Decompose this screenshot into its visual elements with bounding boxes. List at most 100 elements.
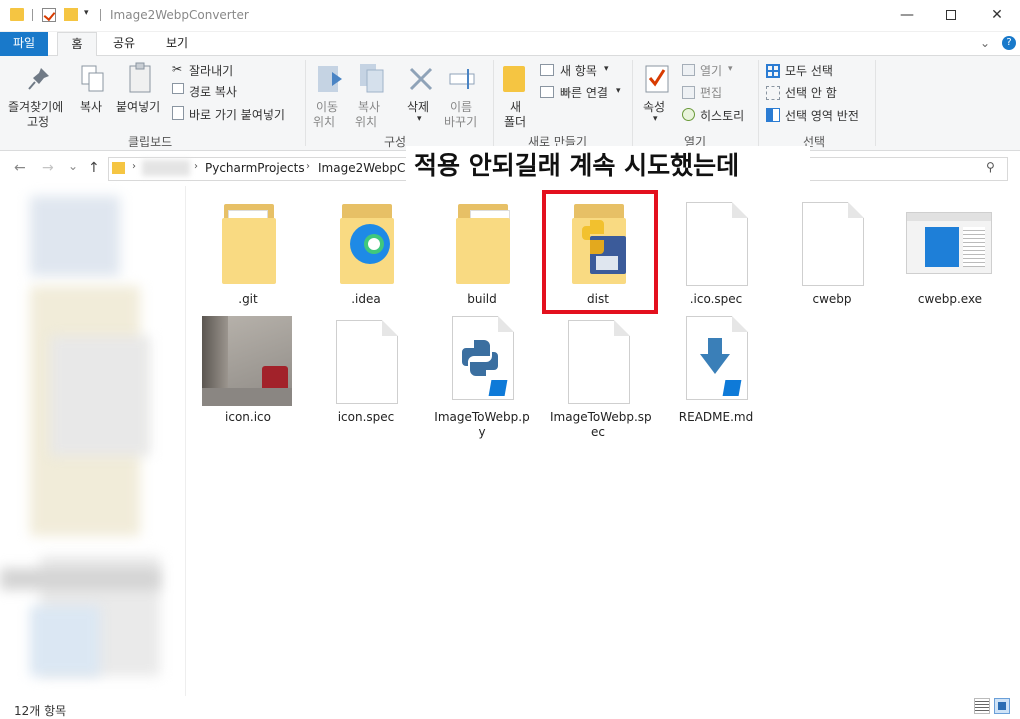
maximize-icon <box>946 10 956 20</box>
chevron-down-icon[interactable]: ▾ <box>417 114 422 124</box>
chevron-down-icon[interactable]: ▾ <box>616 86 621 96</box>
edit-icon <box>682 86 695 99</box>
forward-button[interactable]: → <box>42 160 54 176</box>
copy-to-icon <box>360 64 384 93</box>
tab-home[interactable]: 홈 <box>57 32 97 57</box>
rename-icon <box>449 69 475 89</box>
chevron-down-icon[interactable]: ▾ <box>604 64 609 74</box>
file-item-imagetowebp-py[interactable]: ImageToWebp.p y <box>434 314 530 444</box>
python-icon <box>462 340 498 376</box>
chevron-down-icon[interactable]: ▾ <box>653 114 658 124</box>
divider <box>875 60 876 146</box>
ribbon-tabs: 파일 홈 공유 보기 ⌄ ? <box>0 32 1020 57</box>
minimize-button[interactable]: — <box>884 0 930 32</box>
history-icon <box>682 108 695 121</box>
file-item-icon-ico[interactable]: icon.ico <box>200 314 296 444</box>
file-item-readme-md[interactable]: README.md <box>668 314 764 444</box>
details-view-icon[interactable] <box>974 698 990 714</box>
file-item-ico-spec[interactable]: .ico.spec <box>668 200 764 320</box>
pin-icon <box>28 68 49 90</box>
tab-view[interactable]: 보기 <box>155 32 199 56</box>
file-name: .idea <box>351 292 381 306</box>
file-name: icon.ico <box>225 410 271 424</box>
file-name: cwebp <box>812 292 852 306</box>
rename-button[interactable]: 바꾸기 <box>444 113 477 130</box>
chevron-down-icon[interactable]: ▾ <box>728 64 733 74</box>
copy-button[interactable]: 복사 <box>80 98 102 115</box>
large-icons-view-icon[interactable] <box>994 698 1010 714</box>
invert-selection-button[interactable]: 선택 영역 반전 <box>785 107 859 124</box>
document-icon <box>686 202 748 286</box>
collapse-ribbon-icon[interactable]: ⌄ <box>980 36 990 50</box>
divider <box>632 60 633 146</box>
properties-icon <box>645 65 669 93</box>
delete-button[interactable]: 삭제 <box>407 98 429 115</box>
tab-share[interactable]: 공유 <box>104 32 144 56</box>
select-none-button[interactable]: 선택 안 함 <box>785 84 837 101</box>
file-item-git[interactable]: .git <box>200 200 296 320</box>
paste-icon <box>129 62 151 93</box>
help-icon[interactable]: ? <box>1002 36 1016 50</box>
group-label-organize: 구성 <box>384 135 407 149</box>
breadcrumb-redacted[interactable] <box>142 160 190 176</box>
recent-locations-button[interactable]: ⌄ <box>68 159 78 173</box>
easy-access-icon <box>540 86 554 98</box>
open-button[interactable]: 열기 <box>700 62 722 79</box>
file-item-build[interactable]: build <box>434 200 530 320</box>
edge-icon <box>350 224 390 264</box>
vscode-icon <box>722 380 742 396</box>
back-button[interactable]: ← <box>14 160 26 176</box>
new-item-button[interactable]: 새 항목 <box>560 62 597 79</box>
edit-button[interactable]: 편집 <box>700 84 722 101</box>
cut-button[interactable]: 잘라내기 <box>189 62 233 79</box>
file-item-cwebp[interactable]: cwebp <box>784 200 880 320</box>
search-input[interactable] <box>800 157 1008 181</box>
paste-button[interactable]: 붙여넣기 <box>116 98 160 115</box>
file-item-cwebp-exe[interactable]: cwebp.exe <box>902 200 998 320</box>
up-button[interactable]: ↑ <box>88 160 100 176</box>
file-item-imagetowebp-spec[interactable]: ImageToWebp.sp ec <box>550 314 652 444</box>
paste-shortcut-icon <box>172 106 184 120</box>
file-item-icon-spec[interactable]: icon.spec <box>318 314 414 444</box>
breadcrumb-pycharmprojects[interactable]: PycharmProjects <box>205 161 305 175</box>
chevron-right-icon[interactable]: › <box>132 161 136 172</box>
copy-path-icon <box>172 83 184 94</box>
window-title: Image2WebpConverter <box>110 8 249 22</box>
divider <box>758 60 759 146</box>
easy-access-button[interactable]: 빠른 연결 <box>560 84 608 101</box>
history-button[interactable]: 히스토리 <box>700 107 744 124</box>
delete-icon <box>409 67 433 91</box>
file-name: build <box>467 292 497 306</box>
navigation-pane[interactable] <box>0 186 186 696</box>
new-folder-icon[interactable] <box>64 8 78 21</box>
properties-icon[interactable] <box>42 8 56 22</box>
maximize-button[interactable] <box>928 0 974 32</box>
copy-path-button[interactable]: 경로 복사 <box>189 83 237 100</box>
file-name: README.md <box>678 410 754 424</box>
vscode-icon <box>488 380 508 396</box>
select-all-button[interactable]: 모두 선택 <box>785 62 833 79</box>
application-icon <box>906 212 992 274</box>
new-folder-button[interactable]: 폴더 <box>504 113 526 130</box>
paste-shortcut-button[interactable]: 바로 가기 붙여넣기 <box>189 106 285 123</box>
breadcrumb-image2webpconverter[interactable]: Image2WebpCo <box>318 161 413 175</box>
chevron-right-icon[interactable]: › <box>306 161 310 172</box>
file-name: cwebp.exe <box>917 292 983 306</box>
copy-to-button[interactable]: 위치 <box>355 113 377 130</box>
move-to-icon <box>318 66 342 92</box>
properties-button[interactable]: 속성 <box>643 98 665 115</box>
ribbon: 즐겨찾기에 고정 복사 붙여넣기 ✂ 잘라내기 경로 복사 바로 가기 붙여넣기… <box>0 56 1020 151</box>
file-name: .git <box>238 292 258 306</box>
folder-icon[interactable] <box>10 8 24 21</box>
customize-quick-access-icon[interactable]: ▾ <box>84 8 89 18</box>
move-to-button[interactable]: 위치 <box>313 113 335 130</box>
file-item-idea[interactable]: .idea <box>318 200 414 320</box>
close-button[interactable]: ✕ <box>974 0 1020 32</box>
divider <box>32 9 33 21</box>
document-icon <box>336 320 398 404</box>
overlay-caption: 적용 안되길래 계속 시도했는데 <box>406 146 810 186</box>
chevron-right-icon[interactable]: › <box>194 161 198 172</box>
tab-file[interactable]: 파일 <box>0 32 48 56</box>
file-name: ec <box>591 425 605 439</box>
pin-to-quick-access-label[interactable]: 고정 <box>27 113 49 130</box>
